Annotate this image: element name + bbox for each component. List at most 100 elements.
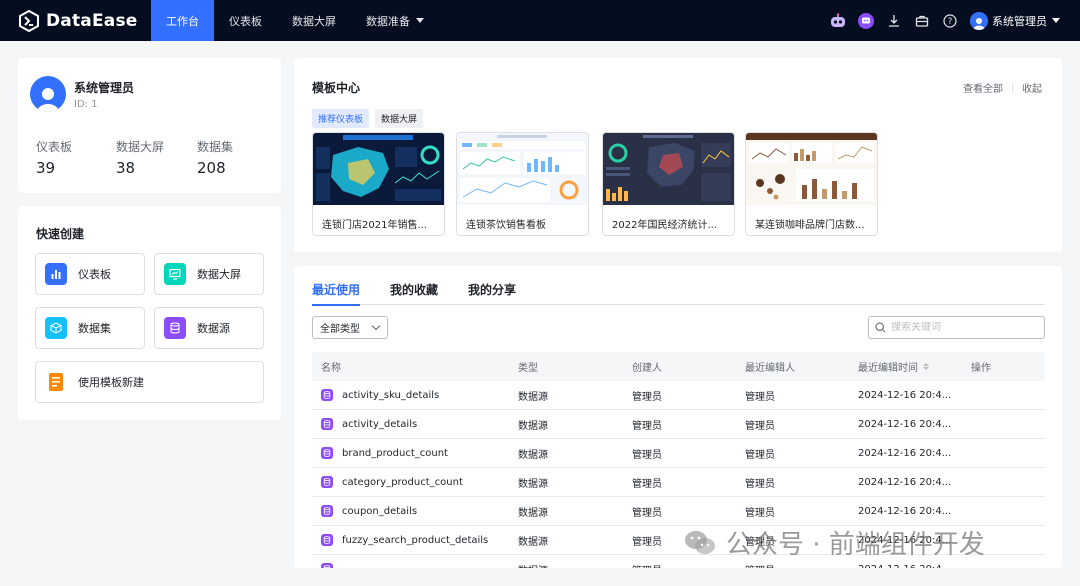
row-name[interactable]: brand_product_count [342,448,448,459]
logo[interactable]: DataEase [0,0,151,41]
create-dashboard-button[interactable]: 仪表板 [35,253,145,295]
briefcase-icon[interactable] [908,0,936,41]
screen-icon [164,263,186,285]
cell-edit-time: 2024-12-16 20:4... [858,418,952,430]
row-name[interactable]: activity_sku_details [342,390,439,401]
row-name[interactable]: ... [342,564,352,569]
template-card[interactable]: 连锁茶饮销售看板 [456,132,589,236]
template-icon [45,371,67,393]
col-creator: 创建人 [632,363,662,374]
user-menu[interactable]: 系统管理员 [970,11,1060,30]
sort-icon[interactable] [923,363,929,370]
cell-type: 数据源 [518,478,548,490]
profile-id: ID: 1 [74,99,98,110]
cell-creator: 管理员 [632,391,662,403]
create-from-template-button[interactable]: 使用模板新建 [35,361,264,403]
download-icon[interactable] [880,0,908,41]
stat-dashboards[interactable]: 仪表板 39 [36,138,72,177]
cell-name: fuzzy_search_product_details [312,534,518,546]
template-thumbnail [313,133,444,205]
nav-workbench[interactable]: 工作台 [151,0,214,41]
quick-create-title: 快速创建 [36,227,85,241]
table-row[interactable]: coupon_details 数据源 管理员 管理员 2024-12-16 20:4..… [312,497,1045,526]
stat-datasets[interactable]: 数据集 208 [197,138,233,177]
cell-edit-time: 2024-12-16 20:4... [858,476,952,488]
nav-label: 仪表板 [229,14,262,28]
cell-type: 数据源 [518,536,548,548]
stat-data-screens[interactable]: 数据大屏 38 [116,138,164,177]
database-icon [321,534,333,546]
row-name[interactable]: coupon_details [342,506,417,517]
table-header: 名称 类型 创建人 最近编辑人 最近编辑时间 操作 [312,352,1045,381]
nav-label: 数据准备 [366,14,410,28]
row-name[interactable]: activity_details [342,419,417,430]
nav-data-prep[interactable]: 数据准备 [351,0,439,41]
cell-type: 数据源 [518,507,548,519]
table-row[interactable]: category_product_count 数据源 管理员 管理员 2024-12-1… [312,468,1045,497]
template-card[interactable]: 连锁门店2021年销售... [312,132,445,236]
create-dataset-button[interactable]: 数据集 [35,307,145,349]
cell-edit-time: 2024-12-16 20:4... [858,447,952,459]
template-thumbnail [603,133,734,205]
view-all-link[interactable]: 查看全部 [963,80,1003,95]
nav-label: 工作台 [166,14,199,28]
col-edit-time[interactable]: 最近编辑时间 [858,359,971,374]
filter-label: 全部类型 [320,324,360,335]
profile-card: 系统管理员 ID: 1 仪表板 39 数据大屏 38 数据集 208 [18,58,281,193]
create-data-screen-button[interactable]: 数据大屏 [154,253,264,295]
top-right-tools: ? 系统管理员 [824,0,1080,41]
cell-editor: 管理员 [745,420,775,432]
cell-type: 数据源 [518,391,548,403]
dataease-logo-icon [19,9,39,32]
create-datasource-button[interactable]: 数据源 [154,307,264,349]
search-input[interactable] [891,322,1031,333]
table-row[interactable]: brand_product_count 数据源 管理员 管理员 2024-12-16 2… [312,439,1045,468]
type-filter-select[interactable]: 全部类型 [312,316,388,339]
tab-favorites[interactable]: 我的收藏 [390,266,438,305]
recent-tabs: 最近使用 我的收藏 我的分享 [312,266,1045,306]
table-row[interactable]: activity_details 数据源 管理员 管理员 2024-12-16 20:4… [312,410,1045,439]
search-icon [875,322,886,333]
logo-text: DataEase [46,10,138,31]
cell-name: activity_details [312,418,518,430]
quick-create-card: 快速创建 仪表板 数据大屏 数据集 数据源 使用模板新建 [18,206,281,420]
template-thumbnail [746,133,877,205]
database-icon [321,563,333,568]
ai-robot-icon[interactable] [824,0,852,41]
template-card[interactable]: 某连锁咖啡品牌门店数... [745,132,878,236]
template-name: 连锁茶饮销售看板 [466,220,546,231]
cell-name: brand_product_count [312,447,518,459]
database-icon [164,317,186,339]
search-box[interactable] [868,316,1045,339]
bar-chart-icon [45,263,67,285]
tag-data-screen[interactable]: 数据大屏 [375,109,424,128]
database-icon [321,505,333,517]
tab-shared[interactable]: 我的分享 [468,266,516,305]
database-icon [321,389,333,401]
database-icon [321,476,333,488]
row-name[interactable]: category_product_count [342,477,463,488]
help-icon[interactable]: ? [936,0,964,41]
database-icon [321,447,333,459]
collapse-link[interactable]: 收起 [1022,80,1042,95]
cell-editor: 管理员 [745,562,858,569]
wechat-icon [685,530,715,554]
cube-icon [45,317,67,339]
button-label: 仪表板 [78,268,111,281]
copilot-chat-icon[interactable] [852,0,880,41]
template-card[interactable]: 2022年国民经济统计... [602,132,735,236]
cell-editor: 管理员 [745,391,775,403]
nav-data-screen[interactable]: 数据大屏 [277,0,351,41]
tab-recent[interactable]: 最近使用 [312,266,361,306]
nav-dashboard[interactable]: 仪表板 [214,0,277,41]
col-actions: 操作 [971,363,991,374]
row-name[interactable]: fuzzy_search_product_details [342,535,488,546]
template-center-title: 模板中心 [312,81,361,95]
button-label: 使用模板新建 [78,376,144,389]
tag-recommended-dashboard[interactable]: 推荐仪表板 [312,109,370,128]
table-row[interactable]: activity_sku_details 数据源 管理员 管理员 2024-12-16 … [312,381,1045,410]
template-name: 某连锁咖啡品牌门店数... [755,220,865,231]
button-label: 数据集 [78,322,111,335]
avatar [30,76,66,112]
cell-edit-time: 2024-12-16 20:4... [858,389,952,401]
